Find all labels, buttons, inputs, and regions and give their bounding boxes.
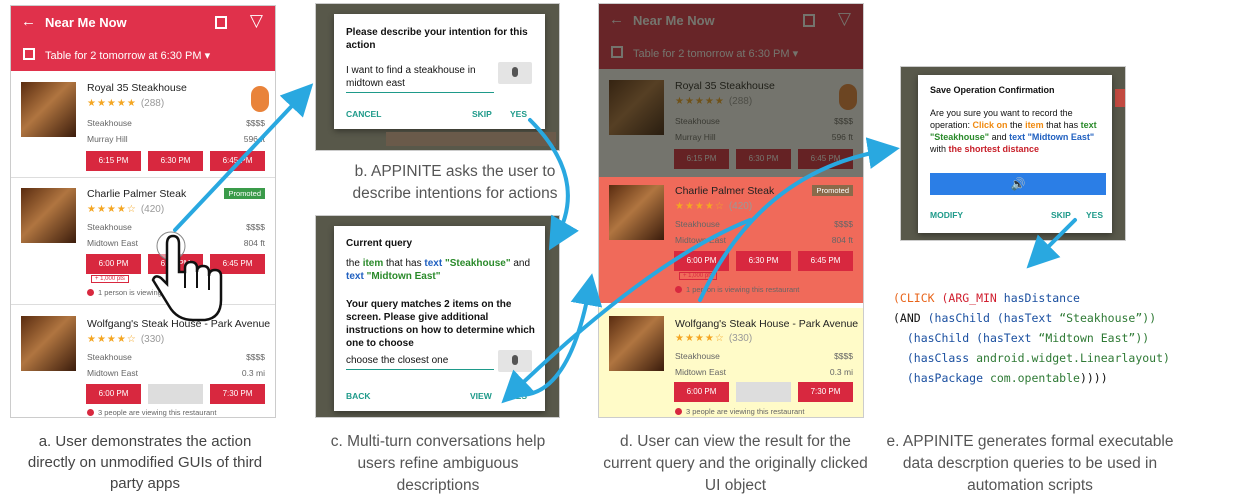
flow-arrows bbox=[173, 83, 1077, 404]
arrow-d-to-e bbox=[698, 137, 900, 302]
arrow-e-to-code bbox=[1026, 218, 1077, 269]
arrow-c-to-d bbox=[518, 273, 603, 397]
arrow-b-to-c bbox=[528, 118, 579, 251]
arrow-d-to-c bbox=[501, 218, 752, 404]
arrow-a-to-b bbox=[173, 83, 314, 232]
